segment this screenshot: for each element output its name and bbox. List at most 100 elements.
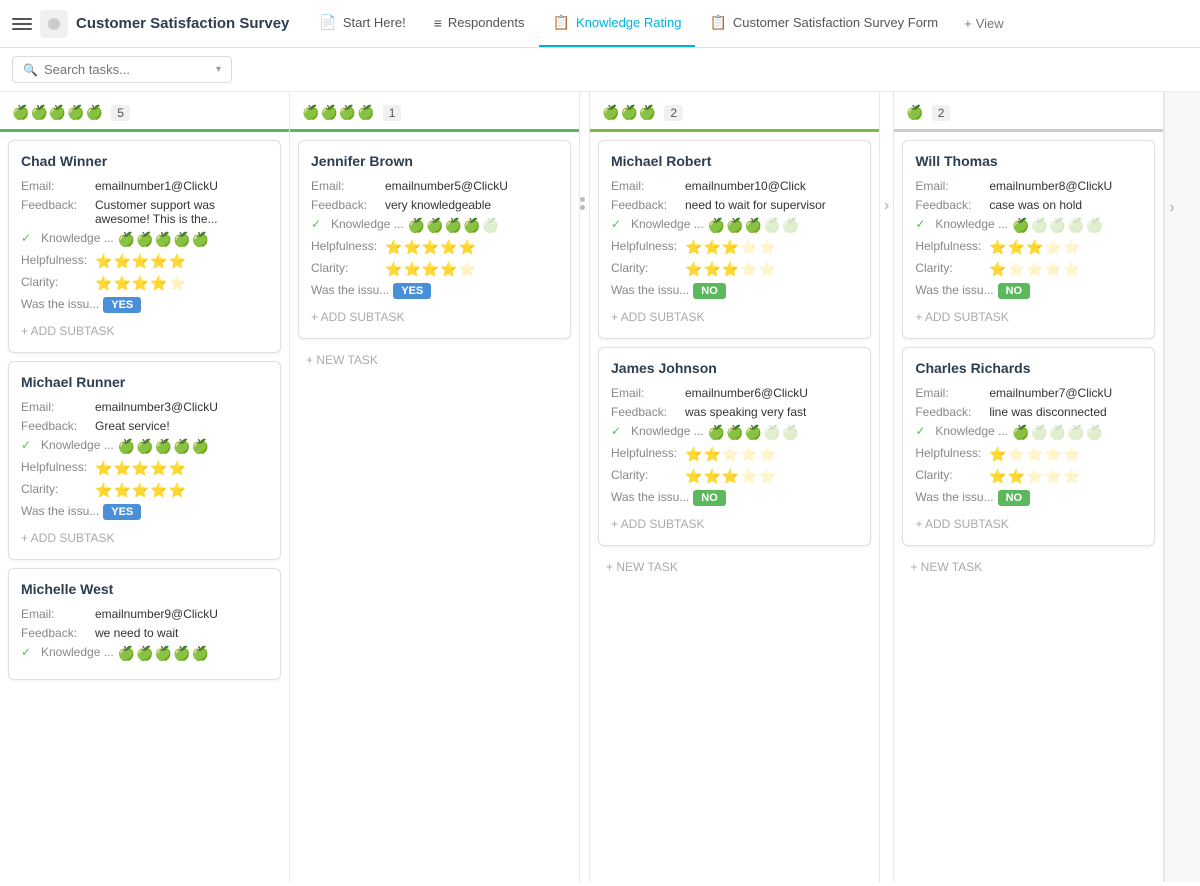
col2-emojis: 🍏🍏🍏🍏 <box>302 104 375 121</box>
mrunner-add-subtask[interactable]: + ADD SUBTASK <box>21 525 268 547</box>
hamburger-menu[interactable] <box>12 14 32 34</box>
task-name-charles: Charles Richards <box>915 360 1142 376</box>
search-dropdown-icon[interactable]: ▾ <box>216 64 221 75</box>
charles-feedback-row: Feedback: line was disconnected <box>915 405 1142 419</box>
mrobert-add-subtask[interactable]: + ADD SUBTASK <box>611 304 858 326</box>
right-nav-arrow[interactable]: › <box>1165 197 1178 219</box>
mrobert-check: ✓ <box>611 217 625 231</box>
mrunner-email-row: Email: emailnumber3@ClickU <box>21 400 268 414</box>
jennifer-add-subtask[interactable]: + ADD SUBTASK <box>311 304 558 326</box>
will-helpfulness-rating: ⭐⭐⭐⭐⭐ <box>989 239 1080 256</box>
jennifer-knowledge-rating: 🍏🍏🍏🍏🍏 <box>408 217 499 234</box>
mrobert-clarity-row: Clarity: ⭐⭐⭐⭐⭐ <box>611 261 858 278</box>
col2-arrow-col <box>580 92 590 882</box>
jennifer-clarity-row: Clarity: ⭐⭐⭐⭐⭐ <box>311 261 558 278</box>
james-add-subtask[interactable]: + ADD SUBTASK <box>611 511 858 533</box>
chad-issue-row: Was the issu... YES <box>21 297 268 313</box>
mrunner-check: ✓ <box>21 438 35 452</box>
mrobert-helpfulness-rating: ⭐⭐⭐⭐⭐ <box>685 239 776 256</box>
col4-header: 🍏 2 <box>894 92 1163 132</box>
chad-check: ✓ <box>21 231 35 245</box>
chad-add-subtask[interactable]: + ADD SUBTASK <box>21 318 268 340</box>
tab-view[interactable]: + View <box>952 16 1016 31</box>
task-card-michael-runner: Michael Runner Email: emailnumber3@Click… <box>8 361 281 560</box>
search-bar: 🔍 ▾ <box>0 48 1200 92</box>
michelle-feedback-row: Feedback: we need to wait <box>21 626 268 640</box>
jennifer-issue-row: Was the issu... YES <box>311 283 558 299</box>
charles-add-subtask[interactable]: + ADD SUBTASK <box>915 511 1142 533</box>
will-add-subtask[interactable]: + ADD SUBTASK <box>915 304 1142 326</box>
will-knowledge-row: ✓ Knowledge ... 🍏🍏🍏🍏🍏 <box>915 217 1142 234</box>
search-input-wrap[interactable]: 🔍 ▾ <box>12 56 232 83</box>
col2-new-task[interactable]: + NEW TASK <box>298 347 571 373</box>
michelle-check: ✓ <box>21 645 35 659</box>
mrobert-issue-badge: NO <box>693 283 726 299</box>
search-icon: 🔍 <box>23 63 38 77</box>
mrunner-clarity-row: Clarity: ⭐⭐⭐⭐⭐ <box>21 482 268 499</box>
col3-nav-arrow[interactable]: › <box>880 197 893 215</box>
tab-start[interactable]: 📄 Start Here! <box>305 0 419 47</box>
board-container: 🍏🍏🍏🍏🍏 5 Chad Winner Email: emailnumber1@… <box>0 92 1200 882</box>
james-issue-badge: NO <box>693 490 726 506</box>
mrunner-helpfulness-rating: ⭐⭐⭐⭐⭐ <box>95 460 186 477</box>
chad-helpfulness-rating: ⭐⭐⭐⭐⭐ <box>95 253 186 270</box>
james-knowledge-row: ✓ Knowledge ... 🍏🍏🍏🍏🍏 <box>611 424 858 441</box>
charles-issue-row: Was the issu... NO <box>915 490 1142 506</box>
chad-knowledge-row: ✓ Knowledge ... 🍏🍏🍏🍏🍏 <box>21 231 268 248</box>
task-card-michael-robert: Michael Robert Email: emailnumber10@Clic… <box>598 140 871 339</box>
charles-knowledge-rating: 🍏🍏🍏🍏🍏 <box>1012 424 1103 441</box>
chad-issue-badge: YES <box>103 297 141 313</box>
search-input[interactable] <box>44 62 194 77</box>
mrobert-knowledge-rating: 🍏🍏🍏🍏🍏 <box>708 217 799 234</box>
will-feedback-row: Feedback: case was on hold <box>915 198 1142 212</box>
james-helpfulness-rating: ⭐⭐⭐⭐⭐ <box>685 446 776 463</box>
col4-count: 2 <box>932 105 951 121</box>
app-title: Customer Satisfaction Survey <box>76 15 289 32</box>
mrunner-knowledge-rating: 🍏🍏🍏🍏🍏 <box>118 438 209 455</box>
charles-knowledge-row: ✓ Knowledge ... 🍏🍏🍏🍏🍏 <box>915 424 1142 441</box>
chad-email-row: Email: emailnumber1@ClickU <box>21 179 268 193</box>
task-card-charles: Charles Richards Email: emailnumber7@Cli… <box>902 347 1155 546</box>
charles-helpfulness-rating: ⭐⭐⭐⭐⭐ <box>989 446 1080 463</box>
tab-form[interactable]: 📋 Customer Satisfaction Survey Form <box>695 0 952 47</box>
col1-count: 5 <box>111 105 130 121</box>
james-knowledge-rating: 🍏🍏🍏🍏🍏 <box>708 424 799 441</box>
col2-header: 🍏🍏🍏🍏 1 <box>290 92 579 132</box>
col1-emojis: 🍏🍏🍏🍏🍏 <box>12 104 103 121</box>
chad-clarity-rating: ⭐⭐⭐⭐⭐ <box>95 275 186 292</box>
will-clarity-rating: ⭐⭐⭐⭐⭐ <box>989 261 1080 278</box>
mrunner-clarity-rating: ⭐⭐⭐⭐⭐ <box>95 482 186 499</box>
charles-clarity-rating: ⭐⭐⭐⭐⭐ <box>989 468 1080 485</box>
task-card-michelle: Michelle West Email: emailnumber9@ClickU… <box>8 568 281 680</box>
mrobert-helpfulness-row: Helpfulness: ⭐⭐⭐⭐⭐ <box>611 239 858 256</box>
col3-arrow-col: › <box>880 92 894 882</box>
chad-helpfulness-row: Helpfulness: ⭐⭐⭐⭐⭐ <box>21 253 268 270</box>
james-email-row: Email: emailnumber6@ClickU <box>611 386 858 400</box>
will-issue-badge: NO <box>998 283 1031 299</box>
task-name-michael-runner: Michael Runner <box>21 374 268 390</box>
will-helpfulness-row: Helpfulness: ⭐⭐⭐⭐⭐ <box>915 239 1142 256</box>
will-check: ✓ <box>915 217 929 231</box>
col4-emojis: 🍏 <box>906 104 923 121</box>
james-issue-row: Was the issu... NO <box>611 490 858 506</box>
col3-count: 2 <box>664 105 683 121</box>
charles-issue-badge: NO <box>998 490 1031 506</box>
will-knowledge-rating: 🍏🍏🍏🍏🍏 <box>1012 217 1103 234</box>
task-name-michelle: Michelle West <box>21 581 268 597</box>
col4-new-task[interactable]: + NEW TASK <box>902 554 1155 580</box>
task-name-chad: Chad Winner <box>21 153 268 169</box>
jennifer-clarity-rating: ⭐⭐⭐⭐⭐ <box>385 261 476 278</box>
col1-header: 🍏🍏🍏🍏🍏 5 <box>0 92 289 132</box>
col2-scroll: Jennifer Brown Email: emailnumber5@Click… <box>290 132 579 882</box>
tab-respondents[interactable]: ≡ Respondents <box>420 0 539 47</box>
jennifer-helpfulness-rating: ⭐⭐⭐⭐⭐ <box>385 239 476 256</box>
charles-check: ✓ <box>915 424 929 438</box>
tab-knowledge[interactable]: 📋 Knowledge Rating <box>539 0 696 47</box>
col2-count: 1 <box>383 105 402 121</box>
col4-scroll: Will Thomas Email: emailnumber8@ClickU F… <box>894 132 1163 882</box>
col3-new-task[interactable]: + NEW TASK <box>598 554 871 580</box>
jennifer-feedback-row: Feedback: very knowledgeable <box>311 198 558 212</box>
mrunner-issue-row: Was the issu... YES <box>21 504 268 520</box>
mrobert-email-row: Email: emailnumber10@Click <box>611 179 858 193</box>
mrunner-helpfulness-row: Helpfulness: ⭐⭐⭐⭐⭐ <box>21 460 268 477</box>
